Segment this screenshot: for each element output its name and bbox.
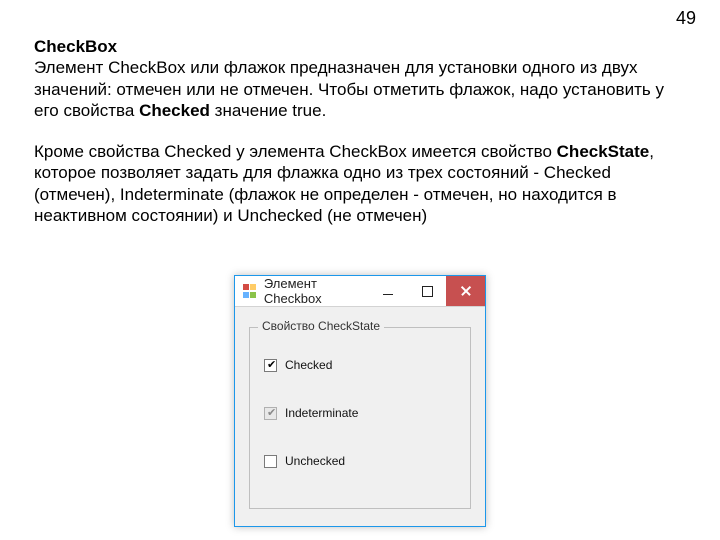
paragraph-1-text-b: значение true. (210, 101, 326, 120)
paragraph-1-text-a: Элемент CheckBox или флажок предназначен… (34, 58, 664, 120)
paragraph-1: Элемент CheckBox или флажок предназначен… (34, 57, 686, 121)
paragraph-2-bold-checkstate: CheckState (557, 142, 650, 161)
app-icon (243, 284, 256, 298)
page-number: 49 (676, 8, 696, 29)
window-title: Элемент Checkbox (262, 276, 369, 306)
checkbox-row-indeterminate: ✔ Indeterminate (264, 406, 358, 420)
maximize-icon (422, 286, 433, 297)
paragraph-1-bold-checked: Checked (139, 101, 210, 120)
maximize-button[interactable] (408, 276, 447, 306)
example-window: Элемент Checkbox Свойство CheckState ✔ C… (234, 275, 486, 527)
window-client-area: Свойство CheckState ✔ Checked ✔ Indeterm… (235, 307, 485, 527)
groupbox-label: Свойство CheckState (258, 319, 384, 333)
checkbox-row-unchecked: Unchecked (264, 454, 345, 468)
checkbox-unchecked[interactable] (264, 455, 277, 468)
close-button[interactable] (446, 276, 485, 306)
checkbox-checked-label: Checked (285, 358, 332, 372)
paragraph-2-text-a: Кроме свойства Checked у элемента CheckB… (34, 142, 557, 161)
groupbox-checkstate: Свойство CheckState ✔ Checked ✔ Indeterm… (249, 327, 471, 509)
heading-checkbox: CheckBox (34, 36, 686, 57)
titlebar[interactable]: Элемент Checkbox (235, 276, 485, 307)
checkbox-indeterminate[interactable]: ✔ (264, 407, 277, 420)
minimize-button[interactable] (369, 276, 408, 306)
checkbox-unchecked-label: Unchecked (285, 454, 345, 468)
check-icon: ✔ (267, 359, 276, 372)
minimize-icon (383, 294, 393, 295)
paragraph-2: Кроме свойства Checked у элемента CheckB… (34, 141, 686, 226)
checkbox-row-checked: ✔ Checked (264, 358, 332, 372)
checkbox-indeterminate-label: Indeterminate (285, 406, 358, 420)
document-body: CheckBox Элемент CheckBox или флажок пре… (34, 36, 686, 230)
checkbox-checked[interactable]: ✔ (264, 359, 277, 372)
check-icon: ✔ (267, 407, 276, 420)
